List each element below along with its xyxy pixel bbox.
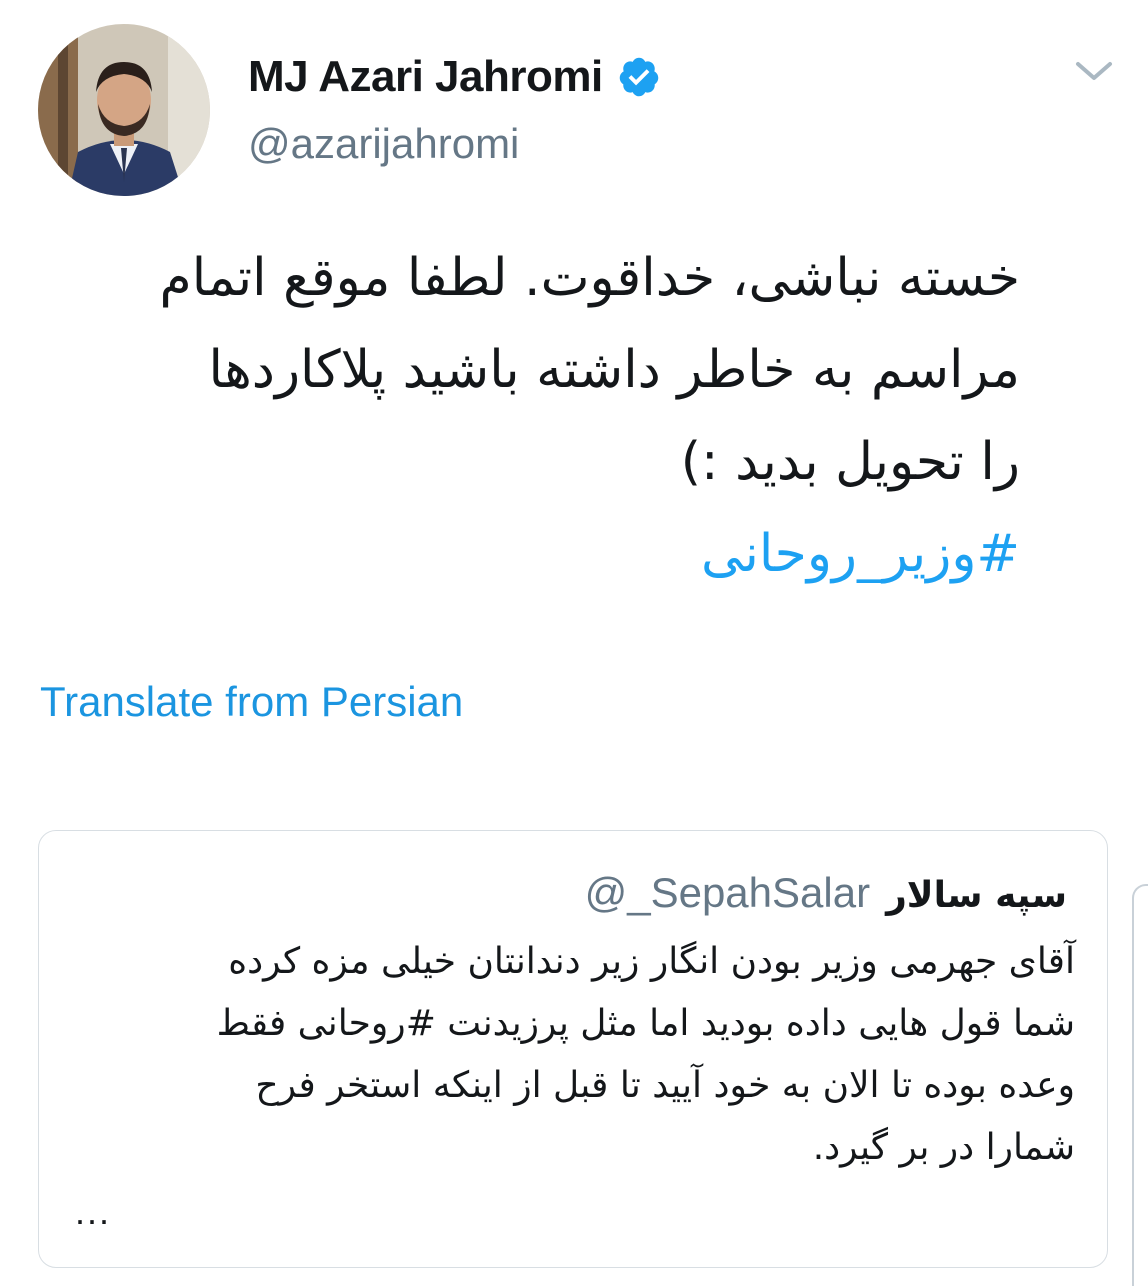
quoted-text-line: وعده بوده تا الان به خود آیید تا قبل از … <box>255 1065 1075 1106</box>
quoted-text-line: آقای جهرمی وزیر بودن انگار زیر دندانتان … <box>228 941 1075 982</box>
quoted-author-name: سپه سالار <box>886 875 1067 916</box>
author-name-row[interactable]: MJ Azari Jahromi <box>248 52 661 102</box>
quoted-tweet-ellipsis: ... <box>75 1191 112 1232</box>
translate-link[interactable]: Translate from Persian <box>40 678 463 726</box>
quoted-text-line: شمارا در بر گیرد. <box>812 1127 1075 1168</box>
next-card-edge <box>1132 884 1148 1286</box>
chevron-down-icon <box>1076 62 1112 80</box>
quoted-text-line: شما قول هایی داده بودید اما مثل پرزیدنت … <box>216 1003 1075 1044</box>
avatar-photo <box>38 24 210 196</box>
quoted-tweet-header: سپه سالار @_SepahSalar <box>585 869 1067 917</box>
quoted-author-handle: @_SepahSalar <box>584 869 871 916</box>
author-avatar[interactable] <box>38 24 210 196</box>
verified-badge-icon <box>619 57 658 97</box>
hashtag-link[interactable]: #وزیر_روحانی <box>30 508 1020 600</box>
tweet-menu-button[interactable] <box>1072 56 1116 88</box>
tweet-text-line: را تحویل بدید :) <box>680 432 1020 492</box>
tweet-text: خسته نباشی، خداقوت. لطفا موقع اتمام مراس… <box>30 232 1020 600</box>
author-display-name[interactable]: MJ Azari Jahromi <box>248 52 603 102</box>
tweet-text-line: خسته نباشی، خداقوت. لطفا موقع اتمام <box>159 248 1020 308</box>
quoted-tweet-card[interactable]: سپه سالار @_SepahSalar آقای جهرمی وزیر ب… <box>38 830 1108 1268</box>
tweet-text-line: مراسم به خاطر داشته باشید پلاکاردها <box>208 340 1020 400</box>
author-handle[interactable]: @azarijahromi <box>248 120 519 168</box>
quoted-tweet-text: آقای جهرمی وزیر بودن انگار زیر دندانتان … <box>75 931 1075 1179</box>
